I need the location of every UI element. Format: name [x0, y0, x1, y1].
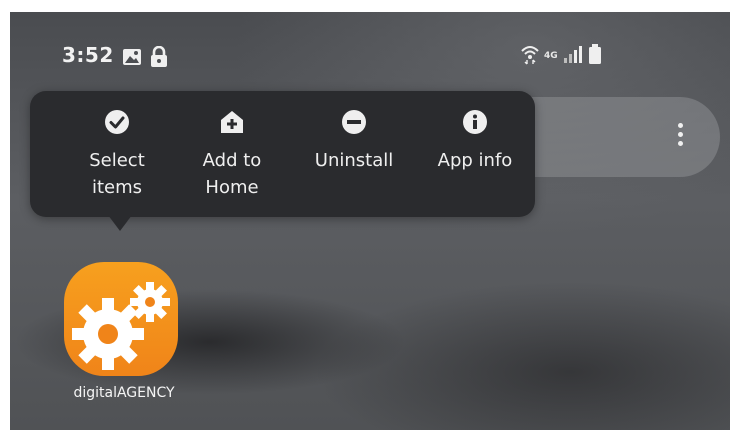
home-screen: 3:52 4G Select items Add to Home Uninsta… [10, 12, 730, 430]
add-home-icon [172, 109, 292, 139]
menu-item-app-info[interactable]: App info [415, 109, 535, 174]
signal-icon [562, 44, 584, 68]
image-icon [122, 48, 142, 70]
menu-item-uninstall[interactable]: Uninstall [294, 109, 414, 174]
check-circle-icon [57, 109, 177, 139]
menu-item-select-items[interactable]: Select items [57, 109, 177, 201]
minus-circle-icon [294, 109, 414, 139]
status-time: 3:52 [62, 43, 114, 67]
menu-item-label: App info [437, 150, 513, 171]
menu-item-label: Select items [89, 150, 145, 198]
status-bar: 3:52 4G [10, 12, 730, 92]
app-context-menu: Select items Add to Home Uninstall App i… [30, 91, 535, 217]
battery-icon [588, 43, 602, 69]
network-type-label: 4G [544, 51, 558, 61]
menu-item-label: Add to Home [202, 150, 262, 198]
info-circle-icon [415, 109, 535, 139]
gears-icon [72, 282, 170, 370]
menu-item-label: Uninstall [314, 150, 394, 171]
more-vert-icon[interactable] [670, 119, 690, 155]
lock-icon [150, 45, 168, 72]
app-name-label: digitalAGENCY [73, 385, 175, 401]
app-icon-digitalagency[interactable] [64, 262, 178, 376]
menu-item-add-to-home[interactable]: Add to Home [172, 109, 292, 201]
wifi-icon [520, 43, 540, 69]
popup-pointer [108, 215, 132, 231]
